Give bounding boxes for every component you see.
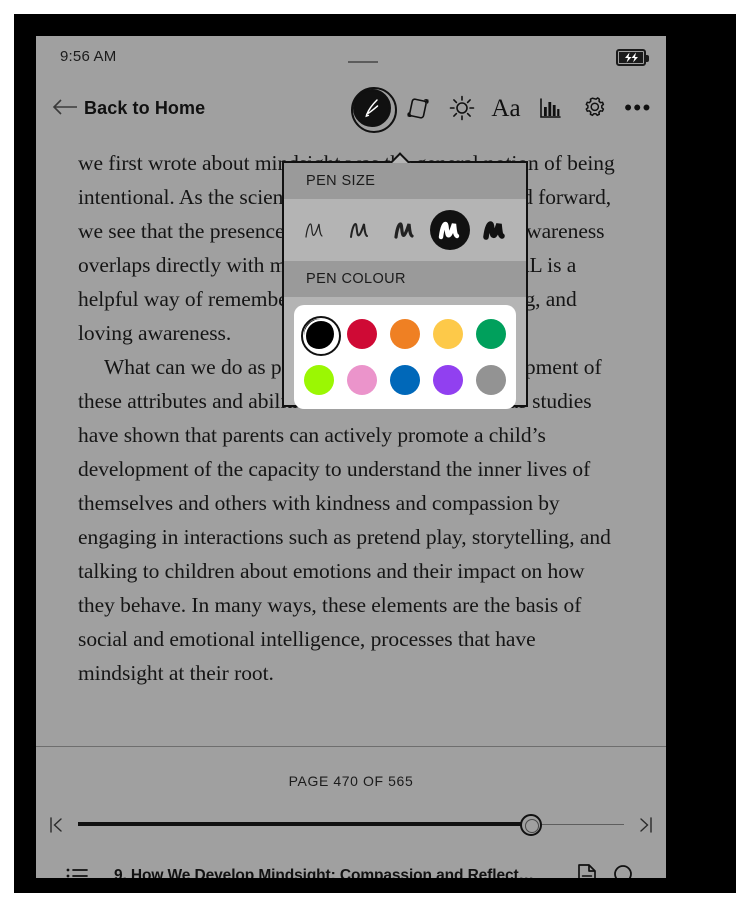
- brightness-icon: [449, 95, 475, 121]
- stroke-sample-icon: [438, 221, 460, 240]
- skip-to-end-icon[interactable]: [624, 807, 666, 843]
- stroke-sample-icon: [304, 223, 323, 238]
- pen-tool-button[interactable]: [348, 85, 397, 133]
- pen-size-option-selected[interactable]: [430, 210, 471, 250]
- page-indicator: PAGE 470 OF 565: [288, 773, 414, 789]
- toolbar-tools: Aa •••: [348, 84, 660, 133]
- gear-icon: [585, 97, 605, 117]
- screenshot-root: 9:56 AM Back to Home Aa ••• we first wro…: [0, 0, 750, 907]
- more-tool-button[interactable]: •••: [616, 85, 660, 131]
- pen-size-option[interactable]: [340, 210, 380, 250]
- status-bar: 9:56 AM: [36, 36, 666, 80]
- aa-icon: Aa: [491, 94, 521, 122]
- colour-swatch-yellow[interactable]: [428, 314, 468, 354]
- pen-size-option[interactable]: [295, 210, 335, 250]
- colour-swatch-pink[interactable]: [342, 360, 382, 400]
- back-arrow-icon[interactable]: [50, 94, 80, 120]
- slider-track-fill: [78, 822, 532, 826]
- slider-thumb[interactable]: [520, 814, 543, 836]
- search-icon[interactable]: [606, 857, 644, 878]
- colour-swatch-red[interactable]: [342, 314, 382, 354]
- document-notes-icon[interactable]: [568, 857, 606, 878]
- colour-swatch-green[interactable]: [471, 314, 511, 354]
- colour-swatch-purple[interactable]: [428, 360, 468, 400]
- stroke-sample-icon: [349, 222, 368, 238]
- page-slider[interactable]: [78, 807, 624, 843]
- pen-colour-swatches: [294, 305, 516, 409]
- footer-bar: PAGE 470 OF 565 9. How We Develop Mindsi…: [36, 747, 666, 878]
- ellipsis-icon: •••: [624, 95, 652, 121]
- pen-size-options: [284, 199, 526, 261]
- contrast-bars-icon: [540, 98, 561, 118]
- table-of-contents-icon[interactable]: [58, 857, 96, 878]
- back-to-home-label[interactable]: Back to Home: [84, 98, 205, 119]
- page-rotate-tool-button[interactable]: [396, 85, 440, 131]
- top-toolbar: Back to Home Aa •••: [36, 80, 666, 134]
- status-time: 9:56 AM: [60, 48, 117, 65]
- chapter-title[interactable]: 9. How We Develop Mindsight: Compassion …: [114, 867, 568, 878]
- page-rotate-icon: [407, 98, 429, 119]
- contrast-tool-button[interactable]: [528, 85, 572, 131]
- device-screen: 9:56 AM Back to Home Aa ••• we first wro…: [36, 36, 666, 878]
- pen-colour-header: PEN COLOUR: [284, 261, 526, 297]
- stroke-sample-icon: [394, 222, 414, 239]
- colour-swatch-black[interactable]: [299, 314, 342, 356]
- brightness-tool-button[interactable]: [440, 85, 484, 131]
- skip-to-start-icon[interactable]: [36, 807, 78, 843]
- battery-charging-icon: [616, 49, 649, 66]
- colour-swatch-blue[interactable]: [385, 360, 425, 400]
- pen-settings-popup: PEN SIZE PEN COLOUR: [282, 161, 528, 409]
- pen-icon: [351, 87, 397, 133]
- pen-size-option[interactable]: [475, 210, 515, 250]
- settings-tool-button[interactable]: [572, 85, 616, 131]
- stroke-sample-icon: [483, 221, 506, 240]
- page-slider-row: [36, 807, 666, 843]
- pen-size-header: PEN SIZE: [284, 163, 526, 199]
- pen-size-option[interactable]: [385, 210, 425, 250]
- text-settings-tool-button[interactable]: Aa: [484, 85, 528, 131]
- popup-pointer-notch: [390, 152, 412, 163]
- colour-swatch-chartreuse[interactable]: [299, 360, 339, 400]
- colour-swatch-grey[interactable]: [471, 360, 511, 400]
- status-handle-dash: [348, 61, 378, 63]
- colour-swatch-orange[interactable]: [385, 314, 425, 354]
- chapter-row: 9. How We Develop Mindsight: Compassion …: [36, 853, 666, 878]
